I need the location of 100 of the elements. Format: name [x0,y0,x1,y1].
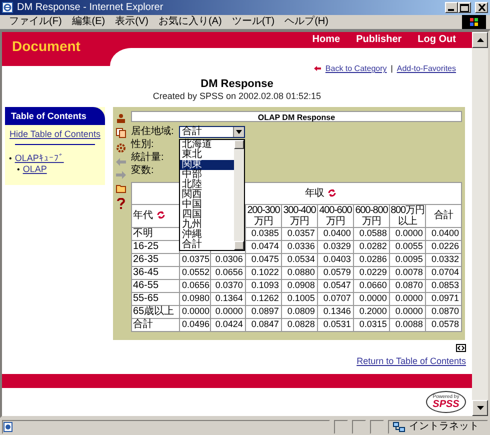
row-label: 36-45 [131,266,180,280]
table-cell: 0.0306 [210,253,246,266]
table-cell: 0.0908 [281,279,318,292]
select-field[interactable]: 合計 [178,126,245,138]
return-toc-link[interactable]: Return to Table of Contents [356,356,466,366]
table-cell: 0.1346 [317,305,354,318]
table-cell: 0.0828 [281,318,318,332]
table-cell: 0.0375 [179,253,210,266]
table-cell: 0.0809 [281,305,318,318]
table-cell: 0.2000 [353,305,390,318]
nav-link[interactable]: Publisher [356,34,402,46]
menu-item[interactable]: ファイル(F) [4,16,67,28]
table-cell: 0.0578 [425,318,462,332]
status-field [352,420,366,434]
table-cell: 0.1262 [245,292,282,306]
dropdown-option[interactable]: 沖縄 [180,230,234,240]
nav-link[interactable]: Log Out [418,34,456,46]
code-view-icon[interactable] [456,344,466,352]
table-cell: 0.0847 [245,318,282,332]
filter-label: 居住地域: [130,126,175,138]
table-cell: 0.0000 [389,227,426,240]
table-cell: 0.0095 [389,253,426,266]
table-cell: 0.0707 [317,292,354,306]
back-link[interactable]: Back to Category [325,64,387,74]
table-cell: 0.0704 [425,266,462,280]
scroll-down-button[interactable] [472,400,488,416]
dropdown-option[interactable]: 東北 [180,150,234,160]
table-cell: 0.0547 [317,279,354,292]
table-cell: 0.0870 [425,305,462,318]
table-cell: 0.0870 [389,279,426,292]
table-cell: 0.0475 [245,253,282,266]
table-cell: 0.1093 [245,279,282,292]
toc-link[interactable]: OLAP [22,164,47,174]
table-cell: 0.0403 [317,253,354,266]
dropdown-option[interactable]: 関西 [180,190,234,200]
table-cell: 0.0656 [210,266,246,280]
status-field [334,420,348,434]
menu-item[interactable]: ツール(T) [226,16,280,28]
table-cell: 0.1005 [281,292,318,306]
table-cell: 0.0226 [425,240,462,254]
table-cell: 0.0357 [281,227,318,240]
column-header: 800万円以上 [389,204,426,228]
column-header: 400-600万円 [317,204,354,228]
table-cell: 0.0897 [245,305,282,318]
maximize-button[interactable] [458,2,471,13]
table-cell: 0.0000 [389,305,426,318]
person-icon[interactable] [116,112,126,123]
hide-toc-link[interactable]: Hide Table of Contents [10,129,100,140]
table-cell: 0.0496 [179,318,210,332]
copy-icon[interactable] [116,128,126,138]
close-icon [478,4,486,11]
dropdown-option[interactable]: 北陸 [180,180,234,190]
dropdown-option[interactable]: 中部 [180,170,234,180]
scroll-up-button[interactable] [472,32,488,48]
table-cell: 0.0286 [353,253,390,266]
status-field [370,420,384,434]
column-group-header: 年収 [305,188,324,199]
table-cell: 0.0579 [317,266,354,280]
menu-item[interactable]: お気に入り(A) [153,16,227,28]
help-icon[interactable] [117,198,126,209]
link-separator: | [390,64,393,74]
nav-link[interactable]: Home [312,34,340,46]
favorites-link[interactable]: Add-to-Favorites [396,64,456,74]
gear-icon[interactable] [116,142,126,153]
row-label: 55-65 [131,292,180,306]
table-cell: 0.1364 [210,292,246,306]
filter-label: 変数: [130,165,155,178]
minimize-button[interactable] [445,2,458,13]
table-cell: 0.0656 [179,279,210,292]
olap-title: OLAP DM Response [130,110,462,122]
security-zone: イントラネット [409,420,479,432]
table-cell: 0.1022 [245,266,282,280]
dropdown-option[interactable]: 中国 [180,200,234,210]
menu-item[interactable]: ヘルプ(H) [280,16,334,28]
menu-item[interactable]: 編集(E) [66,16,110,28]
table-cell: 0.0282 [353,240,390,254]
close-button[interactable] [475,2,488,13]
dropdown-option[interactable]: 九州 [180,220,234,230]
maximize-icon [460,4,469,12]
table-cell: 0.0055 [389,240,426,254]
folder-icon[interactable] [116,184,126,193]
table-cell: 0.0531 [317,318,354,332]
toc-heading: Table of Contents [5,106,105,126]
column-header: 合計 [425,204,462,228]
bullet: • [17,165,20,174]
menu-item[interactable]: 表示(V) [110,16,154,28]
window-title: DM Response - Internet Explorer [17,2,164,14]
scrollbar-track[interactable] [472,32,488,416]
dropdown-option[interactable]: 四国 [180,210,234,220]
list-scrollbar[interactable] [234,140,244,250]
row-label: 26-35 [131,253,180,266]
toc-link[interactable]: OLAPｷｭｰﾌﾞ [14,153,64,164]
row-label: 65歳以上 [131,305,180,318]
table-cell: 0.0534 [281,253,318,266]
table-cell: 0.0000 [210,305,246,318]
table-cell: 0.0329 [317,240,354,254]
table-cell: 0.0336 [281,240,318,254]
windows-logo-icon [462,15,486,29]
table-cell: 0.0880 [281,266,318,280]
dropdown-option[interactable]: 合計 [180,240,234,250]
